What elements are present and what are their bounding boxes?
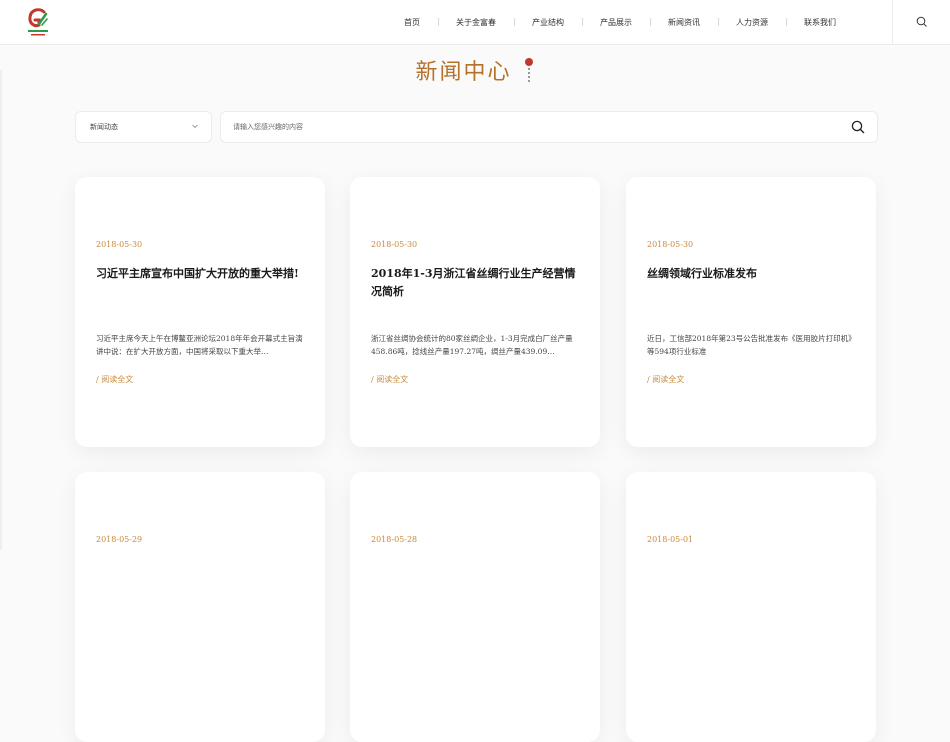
nav-item-hr[interactable]: 人力资源: [718, 17, 786, 28]
nav-item-news[interactable]: 新闻资讯: [650, 17, 718, 28]
category-dropdown[interactable]: 新闻动态: [75, 111, 212, 143]
search-input[interactable]: [233, 112, 833, 142]
news-date: 2018-05-30: [371, 240, 418, 249]
read-more-link[interactable]: / 阅读全文: [96, 374, 133, 385]
news-date: 2018-05-30: [96, 240, 143, 249]
left-edge-divider: [0, 70, 2, 550]
seal-icon: [523, 56, 535, 84]
news-card[interactable]: 2018-05-28: [350, 472, 600, 742]
news-card[interactable]: 2018-05-30 丝绸领域行业标准发布 近日，工信部2018年第23号公告批…: [626, 177, 876, 447]
header-search-button[interactable]: [892, 0, 950, 44]
page-title-area: 新闻中心: [0, 54, 950, 86]
news-excerpt: 浙江省丝绸协会统计的80家丝绸企业，1-3月完成白厂丝产量458.86吨，捻线丝…: [371, 334, 573, 356]
news-date: 2018-05-30: [647, 240, 694, 249]
category-dropdown-value: 新闻动态: [90, 123, 118, 131]
news-excerpt: 习近平主席今天上午在博鳌亚洲论坛2018年年会开幕式主旨演讲中说：在扩大开放方面…: [96, 334, 303, 356]
filter-bar: 新闻动态: [75, 111, 878, 143]
nav-item-products[interactable]: 产品展示: [582, 17, 650, 28]
news-date: 2018-05-01: [647, 535, 694, 544]
news-card[interactable]: 2018-05-30 2018年1-3月浙江省丝绸行业生产经营情况简析 浙江省丝…: [350, 177, 600, 447]
news-card[interactable]: 2018-05-29: [75, 472, 325, 742]
nav-item-about[interactable]: 关于金富春: [438, 17, 514, 28]
main-nav: 首页 关于金富春 产业结构 产品展示 新闻资讯 人力资源 联系我们: [380, 0, 854, 44]
news-excerpt: 近日，工信部2018年第23号公告批准发布《医用胶片打印机》等594项行业标准: [647, 334, 856, 356]
chevron-down-icon: [192, 124, 198, 129]
nav-item-industry[interactable]: 产业结构: [514, 17, 582, 28]
search-icon: [916, 16, 927, 27]
news-title[interactable]: 习近平主席宣布中国扩大开放的重大举措!: [96, 265, 306, 283]
brand-logo[interactable]: [26, 6, 50, 38]
site-header: 首页 关于金富春 产业结构 产品展示 新闻资讯 人力资源 联系我们: [0, 0, 950, 45]
read-more-link[interactable]: / 阅读全文: [647, 374, 684, 385]
news-date: 2018-05-28: [371, 535, 418, 544]
news-title[interactable]: 丝绸领域行业标准发布: [647, 265, 857, 283]
nav-item-home[interactable]: 首页: [380, 17, 438, 28]
search-icon[interactable]: [851, 120, 865, 134]
page-title: 新闻中心: [415, 60, 512, 85]
news-date: 2018-05-29: [96, 535, 143, 544]
search-field: [220, 111, 878, 143]
news-card[interactable]: 2018-05-01: [626, 472, 876, 742]
nav-item-contact[interactable]: 联系我们: [786, 17, 854, 28]
read-more-link[interactable]: / 阅读全文: [371, 374, 408, 385]
news-title[interactable]: 2018年1-3月浙江省丝绸行业生产经营情况简析: [371, 265, 581, 301]
news-card[interactable]: 2018-05-30 习近平主席宣布中国扩大开放的重大举措! 习近平主席今天上午…: [75, 177, 325, 447]
